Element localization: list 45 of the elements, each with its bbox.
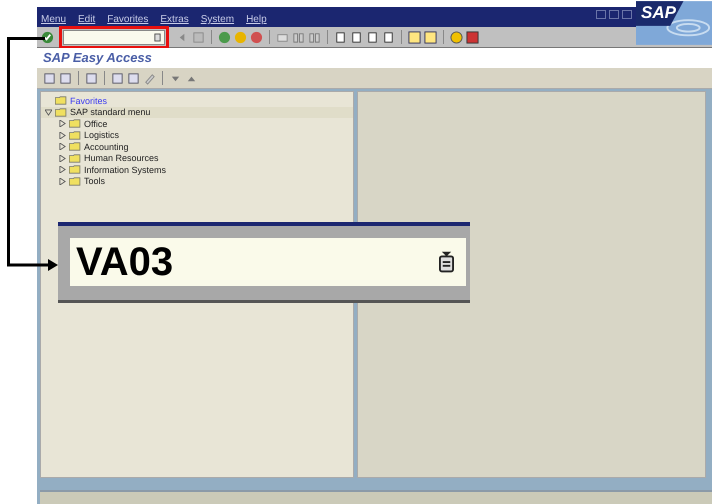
menu-item[interactable]: Menu <box>41 14 66 25</box>
expand-icon[interactable] <box>59 120 66 128</box>
maximize-icon[interactable] <box>609 10 619 19</box>
tree-item[interactable]: Tools <box>84 176 106 186</box>
tree-item[interactable]: Logistics <box>84 130 120 140</box>
folder-icon <box>69 130 81 140</box>
tree-item[interactable]: Office <box>84 118 108 129</box>
menu-item[interactable]: Extras <box>160 14 189 25</box>
menu-item[interactable]: Favorites <box>107 14 148 25</box>
tree-item[interactable]: Information Systems <box>84 164 166 175</box>
dropdown-icon <box>439 251 454 273</box>
page-icon[interactable] <box>382 30 395 44</box>
menu-item[interactable]: Help <box>246 14 267 25</box>
document-icon[interactable] <box>111 72 124 84</box>
expand-icon[interactable] <box>59 132 66 139</box>
folder-icon <box>69 176 81 186</box>
menu-item[interactable]: System <box>200 14 234 25</box>
page-icon[interactable] <box>350 30 363 44</box>
document-icon[interactable] <box>127 72 140 84</box>
document-icon[interactable] <box>85 72 98 84</box>
menu-item[interactable]: Edit <box>78 14 96 25</box>
document-icon[interactable] <box>43 72 56 84</box>
folder-icon <box>69 154 81 163</box>
tree-item[interactable]: Human Resources <box>84 153 159 164</box>
folder-icon <box>69 142 81 152</box>
folder-icon <box>69 165 81 174</box>
expand-icon[interactable] <box>59 154 66 162</box>
screen-title: SAP Easy Access <box>37 48 712 68</box>
page-icon[interactable] <box>334 30 347 44</box>
check-icon[interactable] <box>41 30 54 44</box>
folder-icon <box>55 108 67 117</box>
dropdown-icon[interactable] <box>154 32 161 42</box>
command-field[interactable] <box>63 30 165 44</box>
collapse-icon[interactable] <box>45 108 52 116</box>
tree-item[interactable]: Accounting <box>84 142 129 152</box>
document-icon[interactable] <box>59 72 72 84</box>
expand-icon[interactable] <box>59 178 66 185</box>
tree-item[interactable]: Favorites <box>70 96 108 106</box>
expand-icon[interactable] <box>59 143 66 150</box>
logo-text: SAP <box>641 4 676 22</box>
close-icon[interactable] <box>622 10 632 19</box>
page-icon[interactable] <box>366 30 379 44</box>
command-text: VA03 <box>76 240 174 284</box>
minimize-icon[interactable] <box>596 10 606 19</box>
expand-icon[interactable] <box>59 166 66 174</box>
